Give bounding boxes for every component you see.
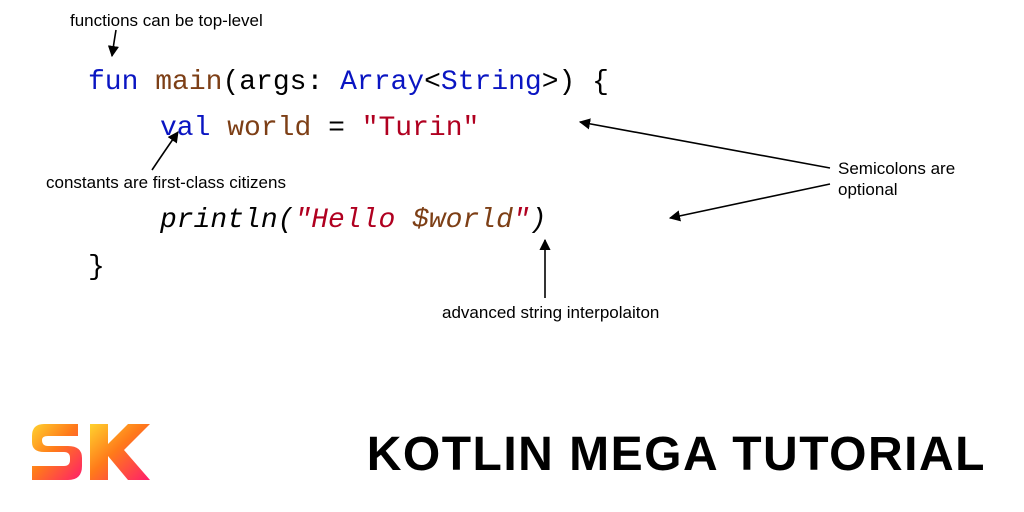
annotation-top-level: functions can be top-level — [70, 10, 263, 31]
annotation-semicolons-l2: optional — [838, 180, 898, 199]
token-world: world — [227, 113, 311, 144]
type-array: Array — [340, 67, 424, 98]
code-line-3: println("Hello $world") — [88, 198, 609, 244]
code-block: fun main(args: Array<String>) { val worl… — [88, 60, 609, 291]
token-call-close: ) — [530, 205, 547, 236]
string-hello-open: "Hello — [294, 205, 412, 236]
string-turin: "Turin" — [362, 113, 480, 144]
annotation-semicolons-l1: Semicolons are — [838, 159, 955, 178]
string-hello-close: " — [513, 205, 530, 236]
token-println: println — [160, 205, 278, 236]
arrow-semicolons-1 — [580, 122, 830, 168]
arrow-top-level — [112, 30, 116, 56]
logo-sk — [30, 420, 150, 482]
keyword-val: val — [160, 113, 210, 144]
arrow-semicolons-2 — [670, 184, 830, 218]
token-eq: = — [328, 113, 345, 144]
token-call-open: ( — [278, 205, 295, 236]
token-lt: < — [424, 67, 441, 98]
page-title: Kotlin Mega Tutorial — [367, 427, 986, 482]
token-main: main — [155, 67, 222, 98]
token-args-open: (args: — [222, 67, 323, 98]
keyword-fun: fun — [88, 67, 138, 98]
annotation-interpolation: advanced string interpolaiton — [442, 302, 659, 323]
token-gt-close: >) { — [542, 67, 609, 98]
type-string: String — [441, 67, 542, 98]
annotation-semicolons: Semicolons are optional — [838, 158, 955, 201]
code-line-2: val world = "Turin" — [88, 106, 609, 152]
code-line-1: fun main(args: Array<String>) { — [88, 60, 609, 106]
token-dollar-world: $world — [412, 205, 513, 236]
code-line-4: } — [88, 245, 609, 291]
